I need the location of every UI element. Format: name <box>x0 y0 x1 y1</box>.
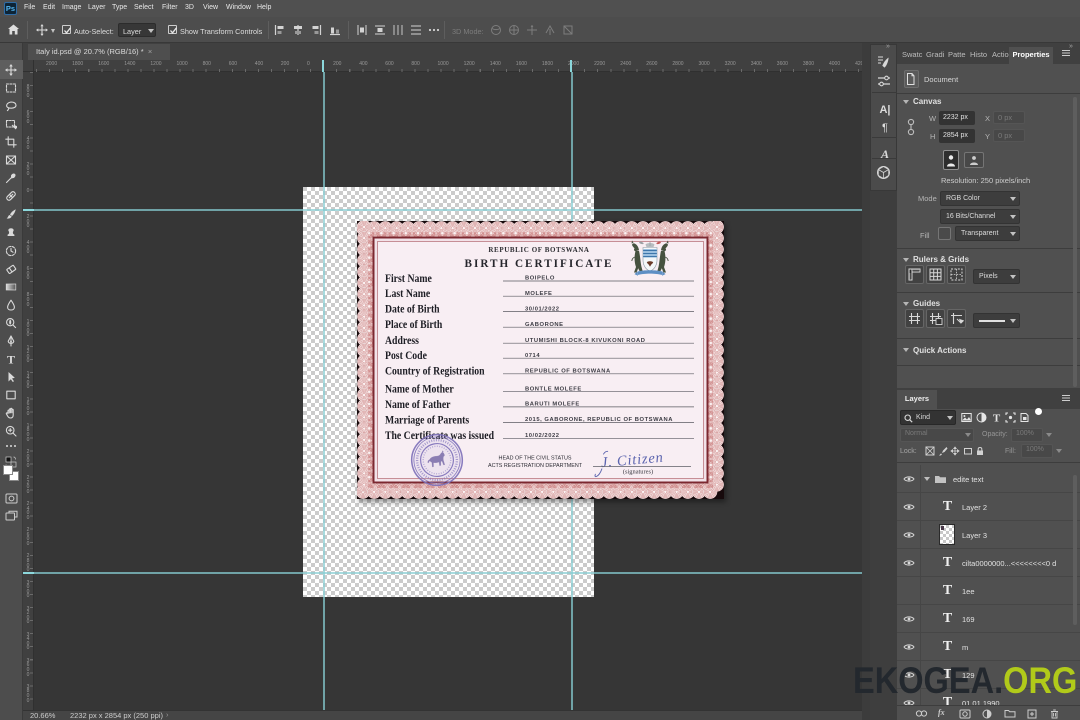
svg-text:(signatures): (signatures) <box>623 469 653 476</box>
svg-text:Marriage of Parents: Marriage of Parents <box>385 414 470 426</box>
svg-text:Date of Birth: Date of Birth <box>385 304 440 316</box>
svg-text:Country of Registration: Country of Registration <box>385 366 485 378</box>
svg-text:Address: Address <box>385 335 419 347</box>
svg-text:First Name: First Name <box>385 273 432 285</box>
svg-text:REPUBLIC OF BOTSWANA: REPUBLIC OF BOTSWANA <box>488 246 589 254</box>
svg-text:HEAD OF THE CIVIL STATUS: HEAD OF THE CIVIL STATUS <box>499 456 572 462</box>
svg-text:Last Name: Last Name <box>385 288 430 300</box>
svg-text:BIRTH CERTIFICATE: BIRTH CERTIFICATE <box>465 258 614 270</box>
svg-text:Name of Father: Name of Father <box>385 399 451 411</box>
svg-text:ACTS REGISTRATION DEPARTMENT: ACTS REGISTRATION DEPARTMENT <box>488 463 583 469</box>
svg-text:Post Code: Post Code <box>385 350 427 362</box>
svg-text:T: T <box>993 413 1001 424</box>
svg-text:Place of Birth: Place of Birth <box>385 319 443 331</box>
svg-text:Name of Mother: Name of Mother <box>385 384 454 396</box>
svg-text:T: T <box>7 353 15 365</box>
